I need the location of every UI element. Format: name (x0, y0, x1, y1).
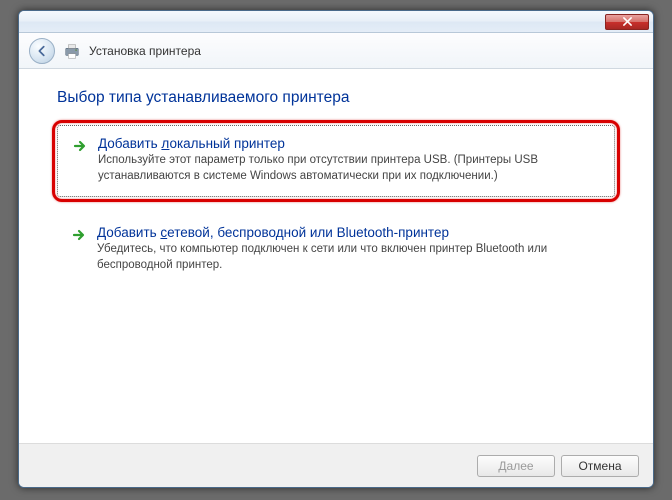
close-icon (623, 17, 632, 26)
option-title: Добавить локальный принтер (98, 136, 600, 151)
back-button[interactable] (29, 38, 55, 64)
header-bar: Установка принтера (19, 33, 653, 69)
dialog-window: Установка принтера Выбор типа устанавлив… (18, 10, 654, 488)
close-button[interactable] (605, 14, 649, 30)
arrow-right-icon (71, 227, 87, 243)
option-add-local-printer[interactable]: Добавить локальный принтер Используйте э… (57, 125, 615, 197)
option-body: Добавить сетевой, беспроводной или Bluet… (97, 225, 601, 273)
back-arrow-icon (35, 44, 49, 58)
window-title: Установка принтера (89, 44, 201, 58)
cancel-button[interactable]: Отмена (561, 455, 639, 477)
printer-icon (63, 42, 81, 60)
option-group: Добавить локальный принтер Используйте э… (57, 125, 615, 285)
next-button: Далее (477, 455, 555, 477)
option-body: Добавить локальный принтер Используйте э… (98, 136, 600, 184)
option-description: Используйте этот параметр только при отс… (98, 153, 600, 184)
titlebar (19, 11, 653, 33)
option-add-network-printer[interactable]: Добавить сетевой, беспроводной или Bluet… (57, 215, 615, 285)
option-title: Добавить сетевой, беспроводной или Bluet… (97, 225, 601, 240)
option-description: Убедитесь, что компьютер подключен к сет… (97, 242, 601, 273)
footer-bar: Далее Отмена (19, 443, 653, 487)
page-heading: Выбор типа устанавливаемого принтера (57, 89, 615, 107)
content-area: Выбор типа устанавливаемого принтера Доб… (19, 69, 653, 443)
arrow-right-icon (72, 138, 88, 154)
